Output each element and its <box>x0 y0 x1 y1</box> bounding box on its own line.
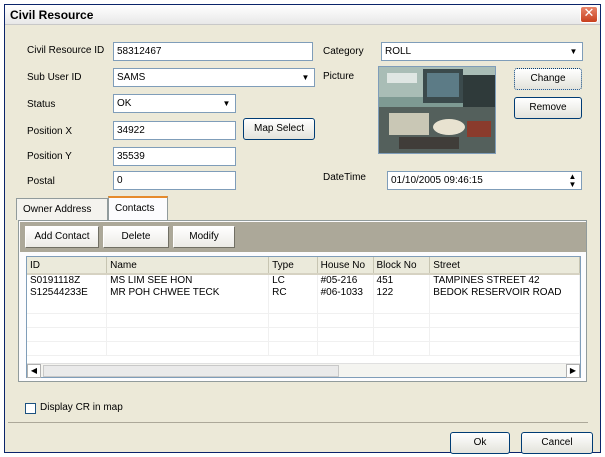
display-cr-checkbox[interactable] <box>25 403 36 414</box>
close-icon: ✕ <box>583 6 595 21</box>
cell-house-no: #05-216 <box>317 274 374 287</box>
chevron-down-icon[interactable]: ▼ <box>298 70 313 85</box>
column-header-house-no[interactable]: House No <box>317 257 374 275</box>
resource-picture <box>378 66 496 154</box>
chevron-down-icon[interactable]: ▼ <box>566 44 581 59</box>
sub-user-value: SAMS <box>117 72 146 83</box>
column-header-street[interactable]: Street <box>429 257 580 275</box>
cell-block-no: 451 <box>373 274 431 287</box>
cell-street: BEDOK RESERVOIR ROAD <box>429 287 580 299</box>
cancel-button[interactable]: Cancel <box>521 432 593 454</box>
horizontal-scrollbar[interactable]: ◀ ▶ <box>27 363 580 378</box>
cell-type: LC <box>268 274 318 287</box>
pos-x-label: Position X <box>27 126 73 137</box>
datetime-field[interactable]: 01/10/2005 09:46:15 ▲ ▼ <box>387 171 582 190</box>
status-select[interactable]: OK ▼ <box>113 94 236 113</box>
pos-y-field[interactable]: 35539 <box>113 147 236 166</box>
cell-name: MR POH CHWEE TECK <box>106 287 270 299</box>
pos-y-label: Position Y <box>27 151 72 162</box>
table-row <box>27 299 580 314</box>
column-header-name[interactable]: Name <box>106 257 270 275</box>
cell-block-no: 122 <box>373 287 431 299</box>
sub-user-select[interactable]: SAMS ▼ <box>113 68 315 87</box>
cr-id-field[interactable]: 58312467 <box>113 42 313 61</box>
contacts-table: ID Name Type House No Block No Street S0… <box>27 257 580 356</box>
cell-type: RC <box>268 287 318 299</box>
tab-owner-address[interactable]: Owner Address <box>16 198 108 220</box>
category-label: Category <box>323 46 364 57</box>
spin-icon[interactable]: ▲ ▼ <box>565 173 580 189</box>
delete-button[interactable]: Delete <box>103 226 169 248</box>
cell-id: S12544233E <box>27 287 108 299</box>
title-bar[interactable]: Civil Resource ✕ <box>5 5 600 25</box>
footer-divider <box>8 422 588 423</box>
cell-house-no: #06-1033 <box>317 287 374 299</box>
table-row[interactable]: S0191118Z MS LIM SEE HON LC #05-216 451 … <box>27 274 580 287</box>
category-value: ROLL <box>385 46 412 57</box>
table-row <box>27 313 580 328</box>
table-row <box>27 327 580 342</box>
cr-id-label: Civil Resource ID <box>27 45 105 56</box>
arrow-left-icon[interactable]: ◀ <box>27 364 41 378</box>
tab-contacts[interactable]: Contacts <box>108 196 168 220</box>
cell-name: MS LIM SEE HON <box>106 274 270 287</box>
remove-button[interactable]: Remove <box>514 97 582 119</box>
chevron-down-icon[interactable]: ▼ <box>219 96 234 111</box>
postal-label: Postal <box>27 176 55 187</box>
scroll-thumb[interactable] <box>43 365 339 377</box>
column-header-id[interactable]: ID <box>27 257 108 275</box>
ok-button[interactable]: Ok <box>450 432 510 454</box>
cell-street: TAMPINES STREET 42 <box>429 274 580 287</box>
category-select[interactable]: ROLL ▼ <box>381 42 583 61</box>
display-cr-label: Display CR in map <box>40 402 123 413</box>
add-contact-button[interactable]: Add Contact <box>25 226 99 248</box>
table-row <box>27 341 580 356</box>
column-header-type[interactable]: Type <box>268 257 318 275</box>
contacts-grid[interactable]: ID Name Type House No Block No Street S0… <box>26 256 581 378</box>
map-select-button[interactable]: Map Select <box>243 118 315 140</box>
column-header-block-no[interactable]: Block No <box>373 257 431 275</box>
window-title: Civil Resource <box>10 8 94 22</box>
table-header-row: ID Name Type House No Block No Street <box>27 257 580 275</box>
sub-user-label: Sub User ID <box>27 72 82 83</box>
status-value: OK <box>117 98 132 109</box>
pos-x-field[interactable]: 34922 <box>113 121 236 140</box>
datetime-label: DateTime <box>323 172 366 183</box>
modify-button[interactable]: Modify <box>173 226 235 248</box>
postal-field[interactable]: 0 <box>113 171 236 190</box>
contacts-toolbar: Add Contact Delete Modify <box>20 222 586 252</box>
change-button[interactable]: Change <box>514 68 582 90</box>
table-row[interactable]: S12544233E MR POH CHWEE TECK RC #06-1033… <box>27 287 580 299</box>
status-label: Status <box>27 99 56 110</box>
close-button[interactable]: ✕ <box>580 6 598 23</box>
picture-label: Picture <box>323 71 355 82</box>
arrow-right-icon[interactable]: ▶ <box>566 364 580 378</box>
datetime-value: 01/10/2005 09:46:15 <box>391 175 483 186</box>
cell-id: S0191118Z <box>27 274 108 287</box>
picture-image <box>379 67 495 153</box>
